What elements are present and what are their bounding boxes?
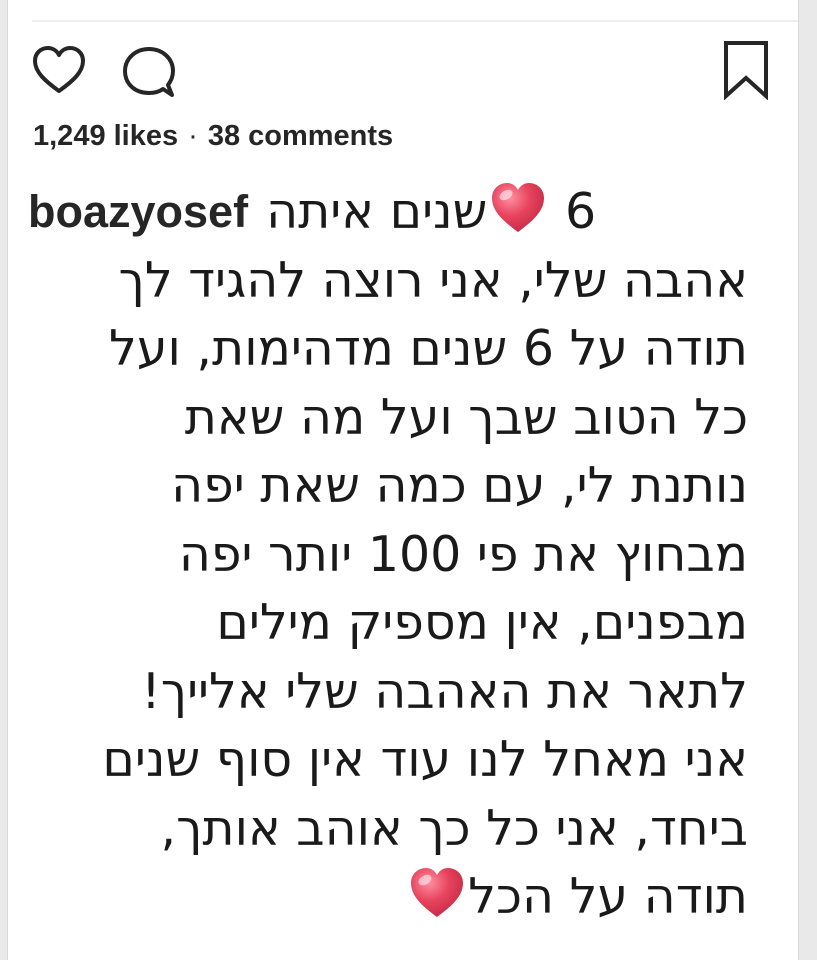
likes-count[interactable]: 1,249 likes: [33, 120, 178, 152]
caption-line: לתאר את האהבה שלי אלייך!: [141, 662, 748, 720]
caption-line: מבפנים, אין מספיק מילים: [216, 594, 748, 651]
red-heart-emoji-icon: [408, 865, 466, 921]
caption-line: ביחד, אני כל כך אוהב אותך,: [160, 799, 748, 857]
comments-count[interactable]: 38 comments: [208, 120, 393, 152]
caption-last-line: תודה על הכל: [28, 863, 748, 932]
caption-first-words: שנים איתה: [266, 183, 488, 240]
stats-separator: ·: [188, 120, 198, 152]
caption-line: מבחוץ את פי 100 יותר יפה: [178, 525, 748, 583]
action-bar: [8, 40, 798, 102]
caption-number: 6: [564, 183, 597, 240]
caption-line: תודה על 6 שנים מדהימות, ועל: [108, 320, 748, 377]
caption-first-line: boazyosef 6 שנים איתה: [28, 178, 748, 247]
caption-first-text: 6 שנים איתה: [266, 178, 596, 247]
red-heart-emoji-icon: [489, 180, 547, 236]
caption-last-text: תודה על הכל: [468, 868, 748, 925]
like-heart-icon[interactable]: [31, 44, 87, 96]
caption-username[interactable]: boazyosef: [28, 178, 248, 247]
divider: [32, 20, 798, 22]
post-caption: boazyosef 6 שנים איתה אהבה שלי, אני רוצה…: [28, 178, 748, 932]
caption-line: כל הטוב שבך ועל מה שאת: [184, 388, 748, 446]
caption-line: אהבה שלי, אני רוצה להגיד לך: [118, 251, 748, 309]
post-card: 1,249 likes · 38 comments boazyosef 6 שנים…: [7, 0, 799, 960]
comment-bubble-icon[interactable]: [120, 44, 178, 100]
bookmark-icon[interactable]: [720, 40, 772, 101]
post-stats: 1,249 likes · 38 comments: [33, 120, 393, 153]
caption-line: נותנת לי, עם כמה שאת יפה: [171, 457, 748, 514]
caption-line: אני מאחל לנו עוד אין סוף שנים: [102, 731, 748, 788]
